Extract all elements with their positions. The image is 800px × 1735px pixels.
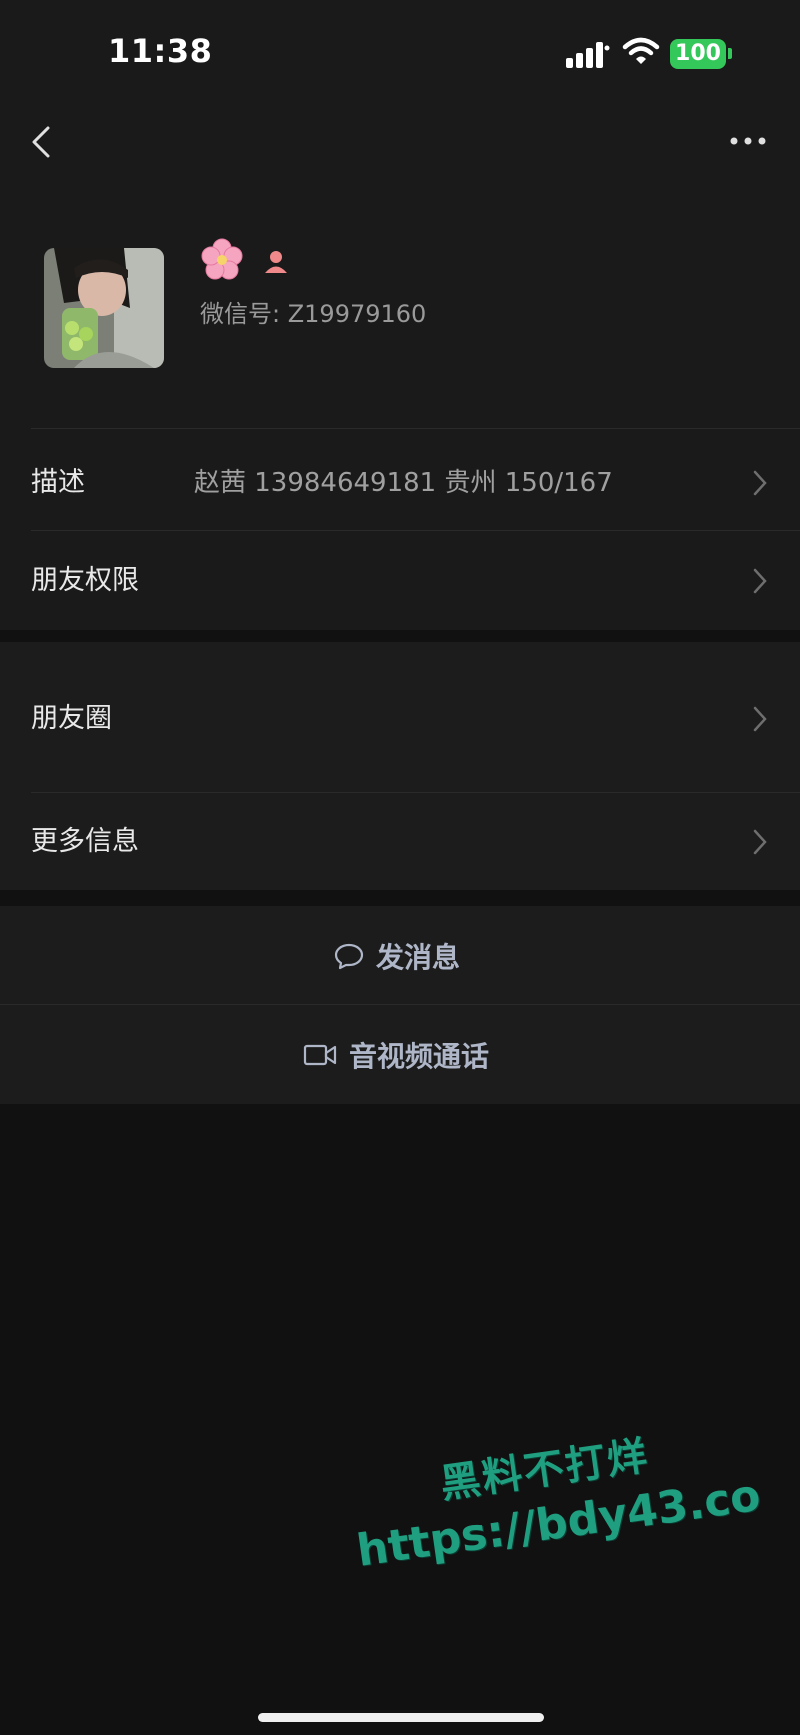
wifi-icon bbox=[622, 37, 660, 64]
friend-permissions-label: 朋友权限 bbox=[31, 565, 139, 596]
avatar[interactable] bbox=[44, 248, 164, 368]
divider bbox=[0, 1004, 800, 1005]
divider bbox=[31, 428, 800, 429]
profile-emoji-row bbox=[200, 238, 291, 282]
signal-icon bbox=[566, 42, 610, 68]
status-bar: 11:38 100 bbox=[0, 0, 800, 100]
video-camera-icon bbox=[303, 1044, 337, 1066]
section-separator bbox=[0, 630, 800, 642]
send-message-button[interactable]: 发消息 bbox=[0, 907, 800, 1005]
description-label: 描述 bbox=[31, 467, 85, 498]
video-call-button[interactable]: 音视频通话 bbox=[0, 1006, 800, 1104]
video-call-label: 音视频通话 bbox=[349, 1040, 490, 1073]
moments-row[interactable]: 朋友圈 bbox=[0, 669, 800, 769]
battery-nub bbox=[728, 48, 732, 59]
friend-permissions-row[interactable]: 朋友权限 bbox=[0, 533, 800, 629]
status-time: 11:38 bbox=[108, 32, 213, 70]
cherry-blossom-icon bbox=[201, 238, 243, 280]
chevron-right-icon bbox=[753, 706, 767, 732]
chevron-right-icon bbox=[753, 829, 767, 855]
home-indicator[interactable] bbox=[258, 1713, 544, 1722]
chat-bubble-icon bbox=[334, 943, 364, 970]
send-message-label: 发消息 bbox=[376, 941, 461, 974]
divider bbox=[31, 530, 800, 531]
description-row[interactable]: 描述 赵茜 13984649181 贵州 150/167 bbox=[0, 435, 800, 531]
chevron-right-icon bbox=[753, 568, 767, 594]
wechat-id: 微信号: Z19979160 bbox=[200, 300, 427, 328]
more-dots-icon[interactable] bbox=[726, 126, 770, 156]
more-info-row[interactable]: 更多信息 bbox=[0, 793, 800, 890]
moments-label: 朋友圈 bbox=[31, 703, 112, 734]
battery-icon: 100 bbox=[670, 39, 726, 69]
description-value: 赵茜 13984649181 贵州 150/167 bbox=[194, 468, 613, 498]
chevron-right-icon bbox=[753, 470, 767, 496]
more-info-label: 更多信息 bbox=[31, 826, 139, 857]
watermark: 黑料不打烊 https://bdy43.co bbox=[345, 1408, 764, 1577]
section-separator bbox=[0, 890, 800, 906]
female-gender-icon bbox=[265, 251, 288, 273]
back-chevron-icon[interactable] bbox=[22, 118, 62, 166]
